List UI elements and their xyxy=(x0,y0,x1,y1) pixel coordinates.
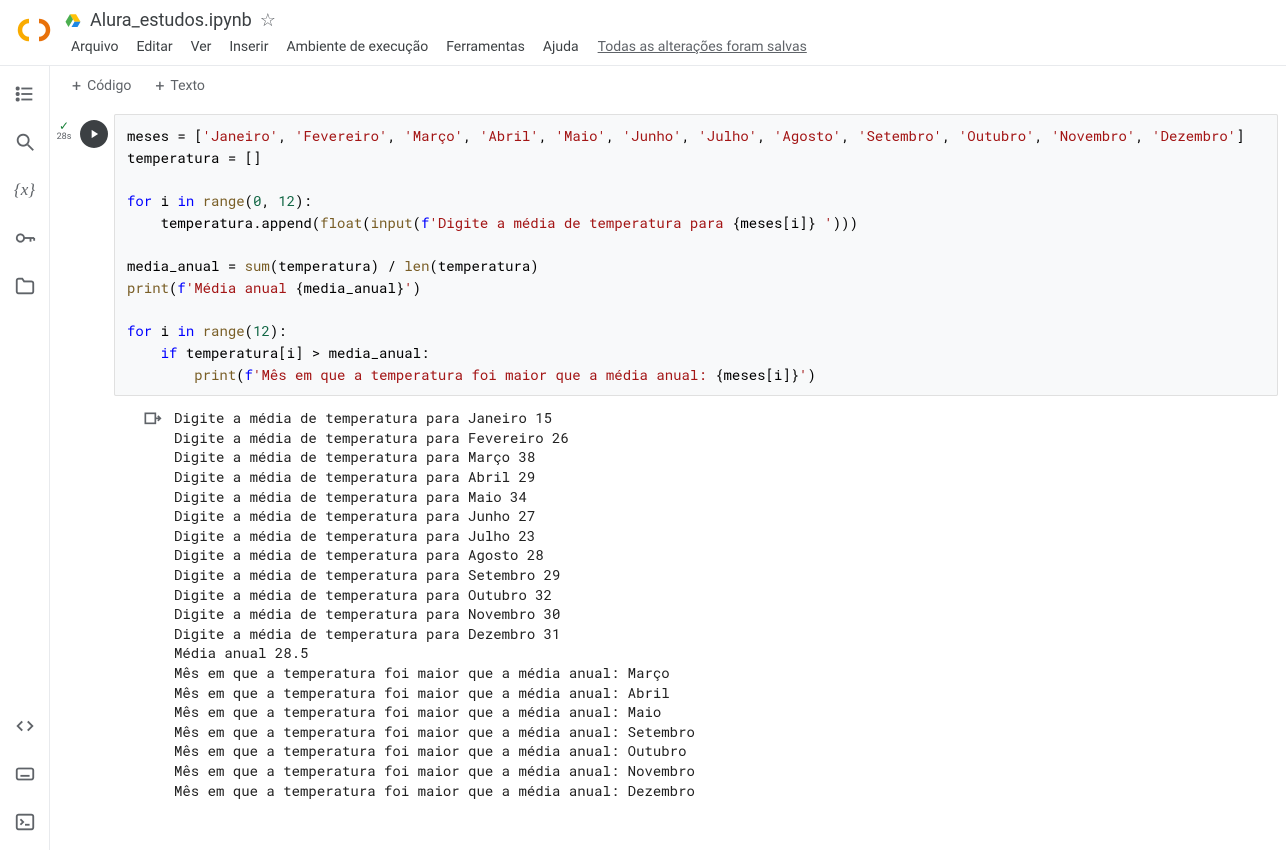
plus-icon: + xyxy=(155,78,164,94)
drive-icon xyxy=(64,12,82,30)
star-icon[interactable]: ☆ xyxy=(260,10,276,31)
cell-output: Digite a média de temperatura para Janei… xyxy=(174,408,1278,800)
variables-icon[interactable]: {x} xyxy=(13,178,37,202)
plus-icon: + xyxy=(72,78,81,94)
notebook-title[interactable]: Alura_estudos.ipynb xyxy=(90,10,252,31)
secrets-icon[interactable] xyxy=(13,226,37,250)
exec-time: 28s xyxy=(57,132,72,142)
search-icon[interactable] xyxy=(13,130,37,154)
menu-arquivo[interactable]: Arquivo xyxy=(64,35,126,59)
colab-logo xyxy=(16,12,52,48)
notebook-area[interactable]: ✓ 28s meses = ['Janeiro', 'Fevereiro', '… xyxy=(50,106,1286,850)
add-code-label: Código xyxy=(87,78,131,94)
menu-bar: Arquivo Editar Ver Inserir Ambiente de e… xyxy=(64,33,1278,65)
files-icon[interactable] xyxy=(13,274,37,298)
menu-ferramentas[interactable]: Ferramentas xyxy=(439,35,532,59)
add-code-button[interactable]: + Código xyxy=(66,74,137,98)
toc-icon[interactable] xyxy=(13,82,37,106)
menu-ver[interactable]: Ver xyxy=(184,35,219,59)
save-status[interactable]: Todas as alterações foram salvas xyxy=(590,39,807,55)
terminal-icon[interactable] xyxy=(13,810,37,834)
code-editor[interactable]: meses = ['Janeiro', 'Fevereiro', 'Março'… xyxy=(114,114,1278,396)
menu-ajuda[interactable]: Ajuda xyxy=(536,35,586,59)
command-palette-icon[interactable] xyxy=(13,762,37,786)
left-sidebar: {x} xyxy=(0,66,50,850)
run-button[interactable] xyxy=(80,120,108,148)
add-text-label: Texto xyxy=(170,78,204,94)
code-cell: ✓ 28s meses = ['Janeiro', 'Fevereiro', '… xyxy=(50,106,1278,800)
header: Alura_estudos.ipynb ☆ Arquivo Editar Ver… xyxy=(0,0,1286,65)
menu-ambiente[interactable]: Ambiente de execução xyxy=(279,35,435,59)
notebook-toolbar: + Código + Texto xyxy=(50,66,1286,106)
output-toggle-icon[interactable] xyxy=(142,410,162,430)
menu-editar[interactable]: Editar xyxy=(130,35,180,59)
exec-status: ✓ 28s xyxy=(54,114,74,800)
check-icon: ✓ xyxy=(59,120,69,132)
menu-inserir[interactable]: Inserir xyxy=(222,35,275,59)
add-text-button[interactable]: + Texto xyxy=(149,74,211,98)
code-snippets-icon[interactable] xyxy=(13,714,37,738)
